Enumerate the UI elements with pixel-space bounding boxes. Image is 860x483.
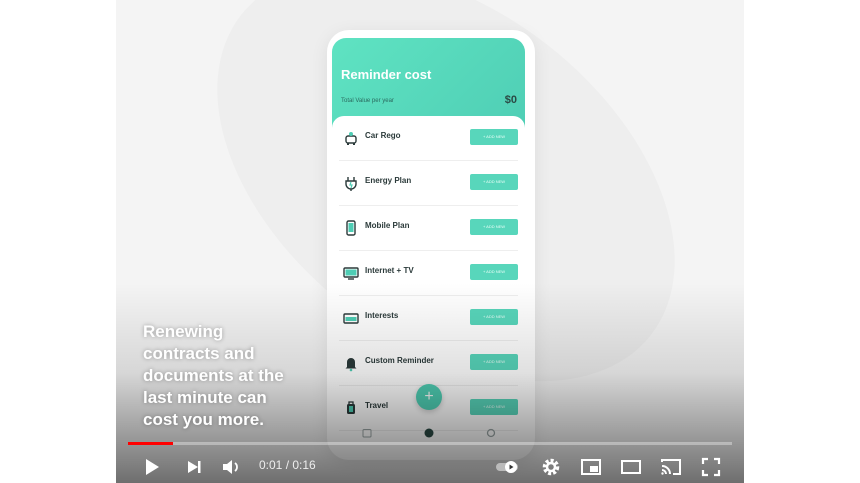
time-display: 0:01 / 0:16 [259, 458, 316, 472]
list-item-label: Custom Reminder [365, 356, 434, 365]
add-new-button[interactable]: + ADD NEW [470, 264, 518, 280]
list-item-custom-reminder: Custom Reminder + ADD NEW [339, 341, 518, 386]
list-item-car-rego: Car Rego + ADD NEW [339, 116, 518, 161]
cast-button[interactable] [660, 456, 682, 478]
theater-mode-button[interactable] [620, 456, 642, 478]
list-item-label: Car Rego [365, 131, 401, 140]
plug-icon [345, 177, 357, 191]
next-button[interactable] [183, 456, 205, 478]
mute-button[interactable] [220, 456, 242, 478]
phone-mockup: Reminder cost Total Value per year $0 Ca… [327, 30, 535, 460]
reminder-cost-title: Reminder cost [341, 67, 432, 82]
list-item-energy-plan: Energy Plan + ADD NEW [339, 161, 518, 206]
miniplayer-icon [581, 459, 601, 475]
total-value-label: Total Value per year [341, 98, 394, 104]
list-item-label: Interests [365, 311, 399, 320]
cast-icon [661, 459, 681, 475]
fullscreen-icon [701, 457, 721, 477]
add-new-button[interactable]: + ADD NEW [470, 174, 518, 190]
list-item-label: Internet + TV [365, 266, 414, 275]
calendar-icon[interactable] [362, 428, 372, 438]
video-caption: Renewing contracts and documents at the … [143, 322, 284, 429]
list-item-label: Energy Plan [365, 176, 412, 185]
add-new-button[interactable]: + ADD NEW [470, 129, 518, 145]
luggage-icon [347, 401, 355, 414]
theater-icon [621, 460, 641, 474]
list-item-interests: Interests + ADD NEW [339, 296, 518, 341]
play-button[interactable] [140, 456, 162, 478]
add-new-button[interactable]: + ADD NEW [470, 309, 518, 325]
list-item-internet-tv: Internet + TV + ADD NEW [339, 251, 518, 296]
gear-icon[interactable] [486, 428, 496, 438]
add-fab-button[interactable]: + [416, 384, 442, 410]
miniplayer-button[interactable] [580, 456, 602, 478]
fullscreen-button[interactable] [700, 456, 722, 478]
add-new-button[interactable]: + ADD NEW [470, 219, 518, 235]
add-new-button[interactable]: + ADD NEW [470, 354, 518, 370]
skip-next-icon [188, 461, 201, 473]
total-value-amount: $0 [504, 94, 517, 106]
car-icon [345, 132, 357, 145]
dollar-icon[interactable] [424, 428, 434, 438]
gear-icon [542, 458, 560, 476]
mobile-icon [346, 220, 356, 236]
card-icon [343, 313, 359, 324]
play-icon [146, 459, 159, 475]
volume-icon [223, 460, 238, 474]
player-controls: 0:01 / 0:16 [116, 448, 744, 483]
progress-played [128, 442, 173, 445]
add-new-button[interactable]: + ADD NEW [470, 399, 518, 415]
settings-button[interactable] [540, 456, 562, 478]
autoplay-toggle[interactable] [496, 456, 518, 478]
bell-icon [345, 358, 357, 372]
video-player[interactable]: Reminder cost Total Value per year $0 Ca… [116, 0, 744, 483]
progress-bar[interactable] [128, 442, 732, 445]
autoplay-toggle-icon [496, 461, 518, 473]
list-item-label: Travel [365, 401, 389, 410]
list-item-label: Mobile Plan [365, 221, 410, 230]
tv-icon [343, 267, 359, 280]
list-item-mobile-plan: Mobile Plan + ADD NEW [339, 206, 518, 251]
